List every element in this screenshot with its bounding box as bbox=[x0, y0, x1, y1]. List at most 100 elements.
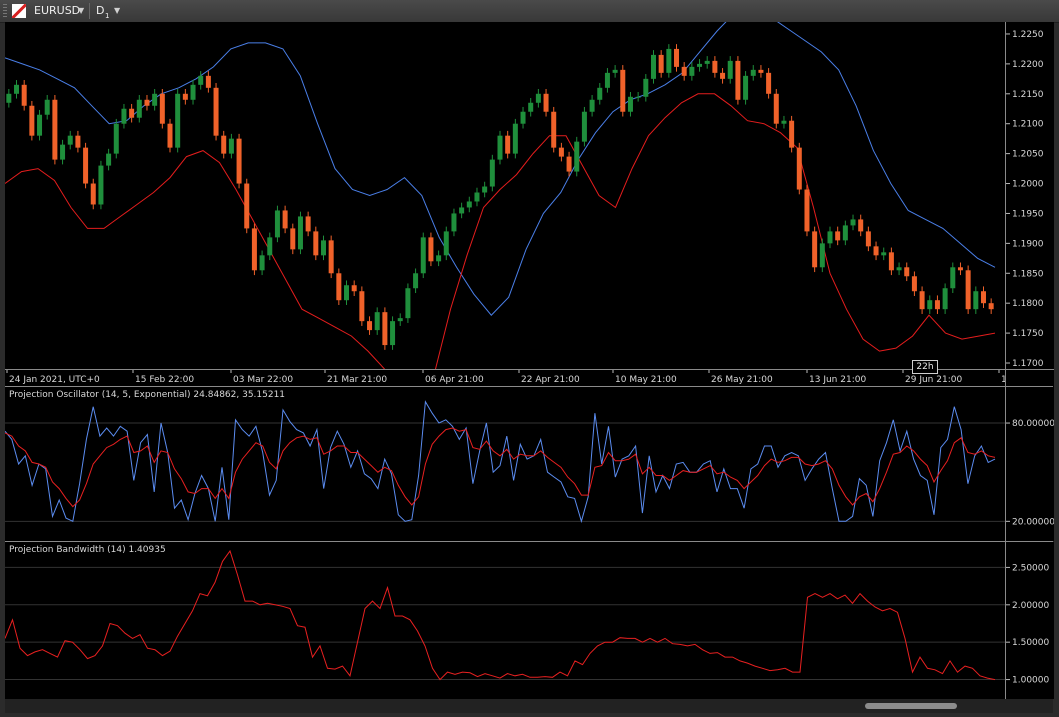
price-tick-label: 1.2100 bbox=[1012, 120, 1044, 130]
candle-body bbox=[620, 69, 626, 112]
chart-titlebar: EURUSD ▼ D 1 ▼ bbox=[0, 0, 1059, 23]
candle-body bbox=[244, 183, 250, 229]
candle-body bbox=[167, 123, 173, 148]
candle-body bbox=[835, 231, 841, 241]
candle-body bbox=[37, 114, 43, 136]
candle-body bbox=[282, 210, 288, 229]
candle-body bbox=[528, 102, 534, 112]
candle-body bbox=[773, 93, 779, 124]
bandwidth-label[interactable]: Projection Bandwidth (14) 1.40935 bbox=[9, 545, 166, 555]
candle-body bbox=[67, 135, 73, 145]
candle-body bbox=[344, 285, 350, 301]
symbol-dropdown-icon[interactable]: ▼ bbox=[78, 5, 84, 17]
oscillator-svg[interactable] bbox=[5, 387, 1005, 541]
time-axis[interactable]: 24 Jan 2021, UTC+0 15 Feb 22:00 03 Mar 22:… bbox=[5, 369, 1005, 387]
price-tick-label: 1.1750 bbox=[1012, 329, 1044, 339]
oscillator-slow-line bbox=[5, 427, 996, 508]
candle-body bbox=[927, 300, 933, 310]
bandwidth-tick-label: 1.00000 bbox=[1012, 676, 1049, 686]
candle-body bbox=[397, 318, 403, 322]
candle-body bbox=[819, 243, 825, 268]
candle-body bbox=[581, 111, 587, 142]
candle-body bbox=[720, 72, 726, 79]
candle-body bbox=[459, 207, 465, 214]
candle-body bbox=[228, 138, 234, 154]
price-tick-label: 1.2250 bbox=[1012, 30, 1044, 40]
time-tick-label: 29 Jun 21:00 bbox=[905, 375, 962, 385]
candle-body bbox=[106, 153, 112, 166]
bandwidth-axis[interactable]: 2.50000 2.00000 1.50000 1.00000 bbox=[1005, 542, 1054, 699]
candle-body bbox=[320, 240, 326, 256]
oscillator-axis-svg: 80.00000 20.00000 bbox=[1006, 419, 1055, 527]
candle-body bbox=[965, 270, 971, 310]
price-tick-label: 1.2000 bbox=[1012, 180, 1044, 190]
oscillator-panel[interactable]: Projection Oscillator (14, 5, Exponentia… bbox=[5, 387, 1005, 541]
candle-body bbox=[113, 123, 119, 154]
candle-body bbox=[259, 255, 265, 271]
time-tick-label: 10 May 21:00 bbox=[615, 375, 677, 385]
price-axis[interactable]: 1.2250 1.2200 1.2150 1.2100 1.2050 1.2000 1.19… bbox=[1005, 22, 1054, 369]
candle-body bbox=[482, 186, 488, 193]
price-chart-area[interactable] bbox=[5, 22, 1005, 369]
symbol-label[interactable]: EURUSD bbox=[34, 4, 80, 18]
oscillator-label[interactable]: Projection Oscillator (14, 5, Exponentia… bbox=[9, 390, 285, 400]
candle-body bbox=[904, 267, 910, 277]
candle-body bbox=[888, 252, 894, 271]
candle-body bbox=[351, 285, 357, 292]
candle-body bbox=[712, 60, 718, 73]
candle-body bbox=[359, 291, 365, 322]
horizontal-scrollbar[interactable] bbox=[5, 699, 1053, 713]
candle-body bbox=[29, 105, 35, 136]
candle-body bbox=[911, 276, 917, 292]
time-tick-label: 26 May 21:00 bbox=[711, 375, 773, 385]
candle-body bbox=[14, 84, 20, 94]
bandwidth-tick-label: 1.50000 bbox=[1012, 638, 1049, 648]
candle-body bbox=[612, 69, 618, 73]
price-tick-label: 1.2150 bbox=[1012, 90, 1044, 100]
bandwidth-svg[interactable] bbox=[5, 542, 1005, 699]
candle-body bbox=[766, 72, 772, 94]
candle-body bbox=[198, 75, 204, 85]
candle-body bbox=[136, 99, 142, 118]
candle-body bbox=[980, 291, 986, 304]
timeframe-dropdown-icon[interactable]: ▼ bbox=[114, 5, 120, 17]
candle-body bbox=[658, 54, 664, 73]
drag-grip-icon[interactable] bbox=[3, 4, 7, 18]
candle-body bbox=[60, 144, 66, 160]
bandwidth-axis-svg: 2.50000 2.00000 1.50000 1.00000 bbox=[1006, 563, 1049, 686]
oscillator-axis[interactable]: 80.00000 20.00000 bbox=[1005, 387, 1055, 541]
candle-body bbox=[21, 84, 27, 106]
candle-body bbox=[973, 291, 979, 310]
candle-body bbox=[589, 99, 595, 112]
bandwidth-panel[interactable]: Projection Bandwidth (14) 1.40935 bbox=[5, 542, 1005, 699]
candle-body bbox=[988, 303, 994, 310]
candle-body bbox=[919, 291, 925, 310]
candle-body bbox=[428, 237, 434, 262]
candle-body bbox=[896, 267, 902, 271]
candle-body bbox=[574, 141, 580, 172]
candle-body bbox=[190, 84, 196, 100]
price-tick-label: 1.2200 bbox=[1012, 60, 1044, 70]
candle-body bbox=[305, 216, 311, 232]
scrollbar-thumb[interactable] bbox=[865, 703, 957, 709]
candle-body bbox=[865, 231, 871, 247]
candle-body bbox=[850, 219, 856, 226]
price-chart-svg[interactable] bbox=[5, 22, 1005, 369]
candle-body bbox=[121, 108, 127, 124]
candle-body bbox=[474, 192, 480, 202]
candle-body bbox=[175, 93, 181, 148]
time-tick-label: 13 Jun 21:00 bbox=[809, 375, 866, 385]
candle-body bbox=[328, 240, 334, 274]
timeframe-label[interactable]: D bbox=[96, 4, 104, 18]
candle-body bbox=[689, 66, 695, 76]
time-tick-label: 03 Mar 22:00 bbox=[233, 375, 293, 385]
candle-body bbox=[374, 312, 380, 331]
price-tick-label: 1.1950 bbox=[1012, 209, 1044, 219]
candle-body bbox=[743, 75, 749, 100]
candle-body bbox=[735, 60, 741, 100]
candle-body bbox=[297, 216, 303, 250]
candle-body bbox=[635, 96, 641, 98]
price-axis-svg: 1.2250 1.2200 1.2150 1.2100 1.2050 1.2000 1.19… bbox=[1006, 30, 1044, 369]
price-tick-label: 1.2050 bbox=[1012, 150, 1044, 160]
candle-body bbox=[443, 231, 449, 256]
